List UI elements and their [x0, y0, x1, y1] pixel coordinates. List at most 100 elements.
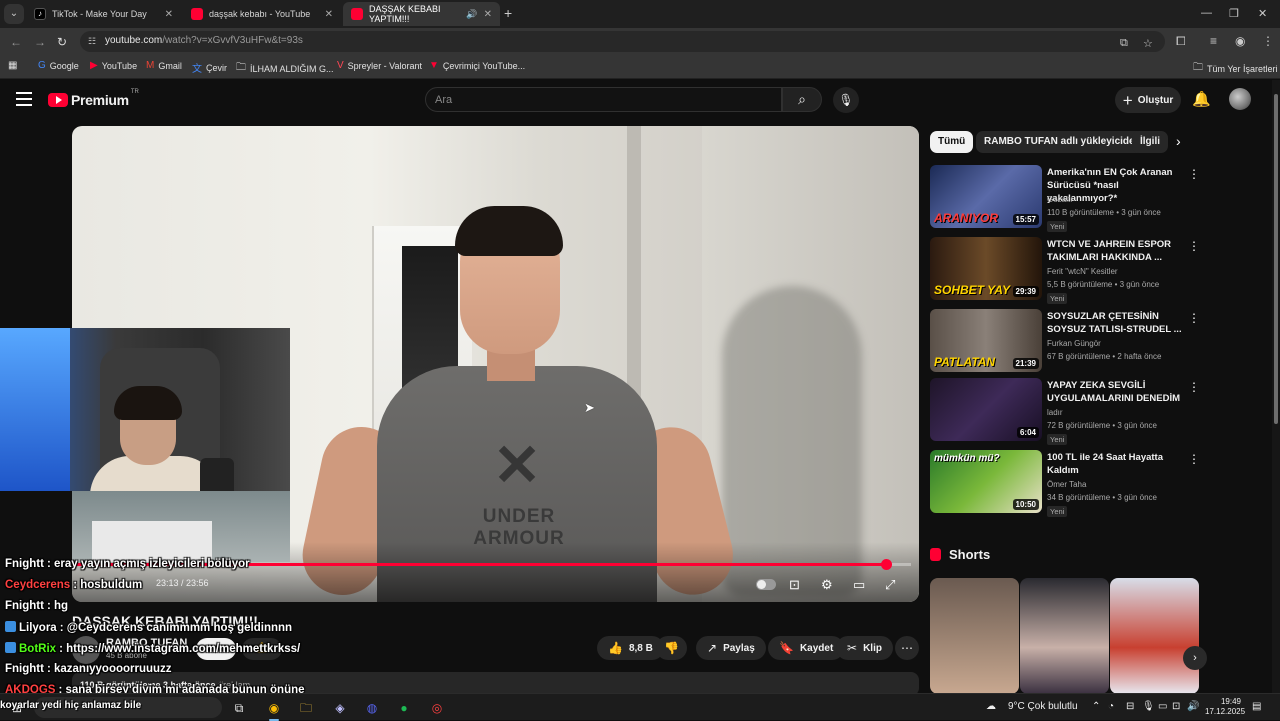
- file-explorer-icon[interactable]: 🗀: [297, 699, 315, 717]
- notification-center-icon[interactable]: ▤: [1252, 701, 1261, 712]
- more-options-icon[interactable]: ⋮: [1188, 380, 1200, 394]
- chrome-icon[interactable]: ◉: [265, 699, 283, 721]
- extensions-icon[interactable]: ⧠: [1176, 34, 1186, 49]
- discord-icon[interactable]: ◍: [363, 699, 381, 717]
- video-thumbnail[interactable]: PATLATAN 21:39: [930, 309, 1042, 372]
- window-close-icon[interactable]: ✕: [1258, 7, 1267, 20]
- close-icon[interactable]: ✕: [484, 9, 492, 20]
- recording-app-icon[interactable]: ◎: [428, 699, 446, 717]
- create-button[interactable]: + Oluştur: [1115, 87, 1181, 113]
- page-scrollbar[interactable]: [1272, 80, 1280, 693]
- bookmark-valorant[interactable]: V Spreyler - Valorant: [337, 60, 422, 71]
- chevron-right-icon[interactable]: ›: [1176, 133, 1181, 149]
- recommendation-item[interactable]: mümkün mü? 10:50 100 TL ile 24 Saat Haya…: [930, 450, 1200, 517]
- minimize-icon[interactable]: —: [1201, 7, 1212, 19]
- menu-icon[interactable]: ⋮: [1262, 34, 1274, 48]
- bookmark-folder-ilham[interactable]: 🗀 İLHAM ALDIĞIM G...: [236, 60, 334, 77]
- speaker-icon[interactable]: 🔊: [466, 9, 477, 20]
- bookmark-translate[interactable]: 文 Çevir: [192, 60, 227, 76]
- like-button[interactable]: 👍 8,8 B: [597, 636, 664, 660]
- chip-related[interactable]: İlgili: [1132, 131, 1168, 153]
- video-thumbnail[interactable]: SOHBET YAY 29:39: [930, 237, 1042, 300]
- app-icon[interactable]: ◈: [331, 699, 349, 717]
- short-thumbnail[interactable]: [930, 578, 1019, 694]
- dislike-button[interactable]: 👎: [656, 636, 687, 660]
- settings-gear-icon[interactable]: ⚙: [821, 577, 833, 593]
- address-bar[interactable]: ☷ youtube.com/watch?v=xGvvfV3uHFw&t=93s …: [80, 31, 1165, 52]
- restore-icon[interactable]: ❐: [1229, 7, 1239, 20]
- short-thumbnail[interactable]: [1110, 578, 1199, 694]
- search-button[interactable]: ⌕: [782, 87, 822, 112]
- tab-search-icon[interactable]: ⌄: [4, 4, 24, 24]
- close-icon[interactable]: ✕: [165, 9, 173, 20]
- reload-icon[interactable]: ↻: [57, 35, 67, 49]
- recommendation-item[interactable]: PATLATAN 21:39 SOYSUZLAR ÇETESİNİN SOYSU…: [930, 309, 1200, 373]
- more-options-icon[interactable]: ⋮: [1188, 452, 1200, 466]
- clip-button[interactable]: ✂ Klip: [836, 636, 893, 660]
- new-tab-icon[interactable]: +: [504, 5, 512, 21]
- more-actions-button[interactable]: ⋯: [895, 636, 919, 660]
- recommendation-channel[interactable]: Ömer Taha: [1047, 480, 1086, 489]
- tray-monitor-icon[interactable]: ▭: [1158, 701, 1167, 712]
- fullscreen-icon[interactable]: ⤢: [885, 577, 895, 593]
- recommendation-title[interactable]: SOYSUZLAR ÇETESİNİN SOYSUZ TATLISI-STRUD…: [1047, 310, 1183, 336]
- weather-text[interactable]: 9°C Çok bulutlu: [1008, 701, 1078, 712]
- bookmark-youtube[interactable]: ▶ YouTube: [90, 60, 137, 71]
- spotify-icon[interactable]: ●: [395, 699, 413, 717]
- save-button[interactable]: 🔖 Kaydet: [768, 636, 845, 660]
- recommendation-channel[interactable]: Ferit "wtcN" Kesitler: [1047, 267, 1118, 276]
- bookmark-star-icon[interactable]: ☆: [1143, 37, 1153, 50]
- weather-icon[interactable]: ☁: [986, 701, 996, 712]
- recommendation-title[interactable]: WTCN VE JAHREIN ESPOR TAKIMLARI HAKKINDA…: [1047, 238, 1183, 264]
- recommendation-channel[interactable]: Gözaltı: [1047, 195, 1072, 204]
- apps-icon[interactable]: ▦: [8, 60, 17, 71]
- theater-mode-icon[interactable]: ▭: [853, 577, 865, 593]
- profile-icon[interactable]: ◉: [1235, 34, 1245, 48]
- volume-icon[interactable]: 🔊: [1187, 701, 1199, 712]
- tab-tiktok[interactable]: ♪ TikTok - Make Your Day ✕: [26, 2, 181, 26]
- voice-search-mic-icon[interactable]: 🎙: [833, 87, 859, 113]
- network-icon[interactable]: ⊡: [1172, 701, 1180, 712]
- more-options-icon[interactable]: ⋮: [1188, 239, 1200, 253]
- tray-usb-icon[interactable]: ⊟: [1126, 701, 1134, 712]
- bookmark-online-youtube[interactable]: ▼ Çevrimiçi YouTube...: [429, 60, 525, 71]
- short-thumbnail[interactable]: [1020, 578, 1109, 694]
- scrubber-knob[interactable]: [880, 559, 892, 570]
- search-input[interactable]: Ara: [425, 87, 782, 112]
- recommendation-item[interactable]: SOHBET YAY 29:39 WTCN VE JAHREIN ESPOR T…: [930, 237, 1200, 304]
- media-control-icon[interactable]: ≡: [1210, 34, 1217, 48]
- back-icon[interactable]: ←: [10, 35, 22, 49]
- taskbar-clock[interactable]: 19:49 17.12.2025: [1205, 697, 1245, 717]
- all-bookmarks[interactable]: 🗀 Tüm Yer İşaretleri: [1193, 60, 1278, 77]
- autoplay-toggle[interactable]: [756, 579, 776, 590]
- bookmark-gmail[interactable]: M Gmail: [146, 60, 182, 71]
- scrollbar-thumb[interactable]: [1274, 94, 1278, 424]
- recommendation-channel[interactable]: ladır: [1047, 408, 1063, 417]
- youtube-premium-logo[interactable]: Premium TR: [48, 89, 139, 108]
- tab-video[interactable]: DAŞŞAK KEBABI YAPTIM!!! 🔊 ✕: [343, 2, 500, 26]
- bookmark-google[interactable]: G Google: [38, 60, 79, 71]
- video-thumbnail[interactable]: mümkün mü? 10:50: [930, 450, 1042, 513]
- account-avatar[interactable]: [1229, 88, 1251, 110]
- video-thumbnail[interactable]: 6:04: [930, 378, 1042, 441]
- forward-icon[interactable]: →: [34, 35, 46, 49]
- recommendation-item[interactable]: 6:04 YAPAY ZEKA SEVGİLİ UYGULAMALARINI D…: [930, 378, 1200, 445]
- cast-icon[interactable]: ⧉: [1120, 37, 1128, 50]
- notifications-bell-icon[interactable]: 🔔: [1192, 90, 1211, 108]
- hamburger-menu-icon[interactable]: [16, 92, 32, 106]
- tray-mic-icon[interactable]: 🎙: [1142, 701, 1155, 712]
- task-view-icon[interactable]: ⧉: [230, 699, 248, 717]
- chevron-right-icon[interactable]: ›: [1183, 646, 1207, 670]
- chip-all[interactable]: Tümü: [930, 131, 974, 153]
- video-thumbnail[interactable]: ARANIYOR 15:57: [930, 165, 1042, 228]
- tray-app-icon[interactable]: ◔: [1108, 701, 1114, 712]
- tab-youtube-search[interactable]: daşşak kebabı - YouTube ✕: [183, 2, 341, 26]
- tray-chevron-icon[interactable]: ⌃: [1092, 701, 1100, 712]
- share-button[interactable]: ↗ Paylaş: [696, 636, 766, 660]
- more-options-icon[interactable]: ⋮: [1188, 167, 1200, 181]
- more-options-icon[interactable]: ⋮: [1188, 311, 1200, 325]
- recommendation-channel[interactable]: Furkan Güngör: [1047, 339, 1101, 348]
- recommendation-item[interactable]: ARANIYOR 15:57 Amerika'nın EN Çok Aranan…: [930, 165, 1200, 232]
- subtitles-icon[interactable]: ⊡: [789, 577, 800, 593]
- close-icon[interactable]: ✕: [325, 9, 333, 20]
